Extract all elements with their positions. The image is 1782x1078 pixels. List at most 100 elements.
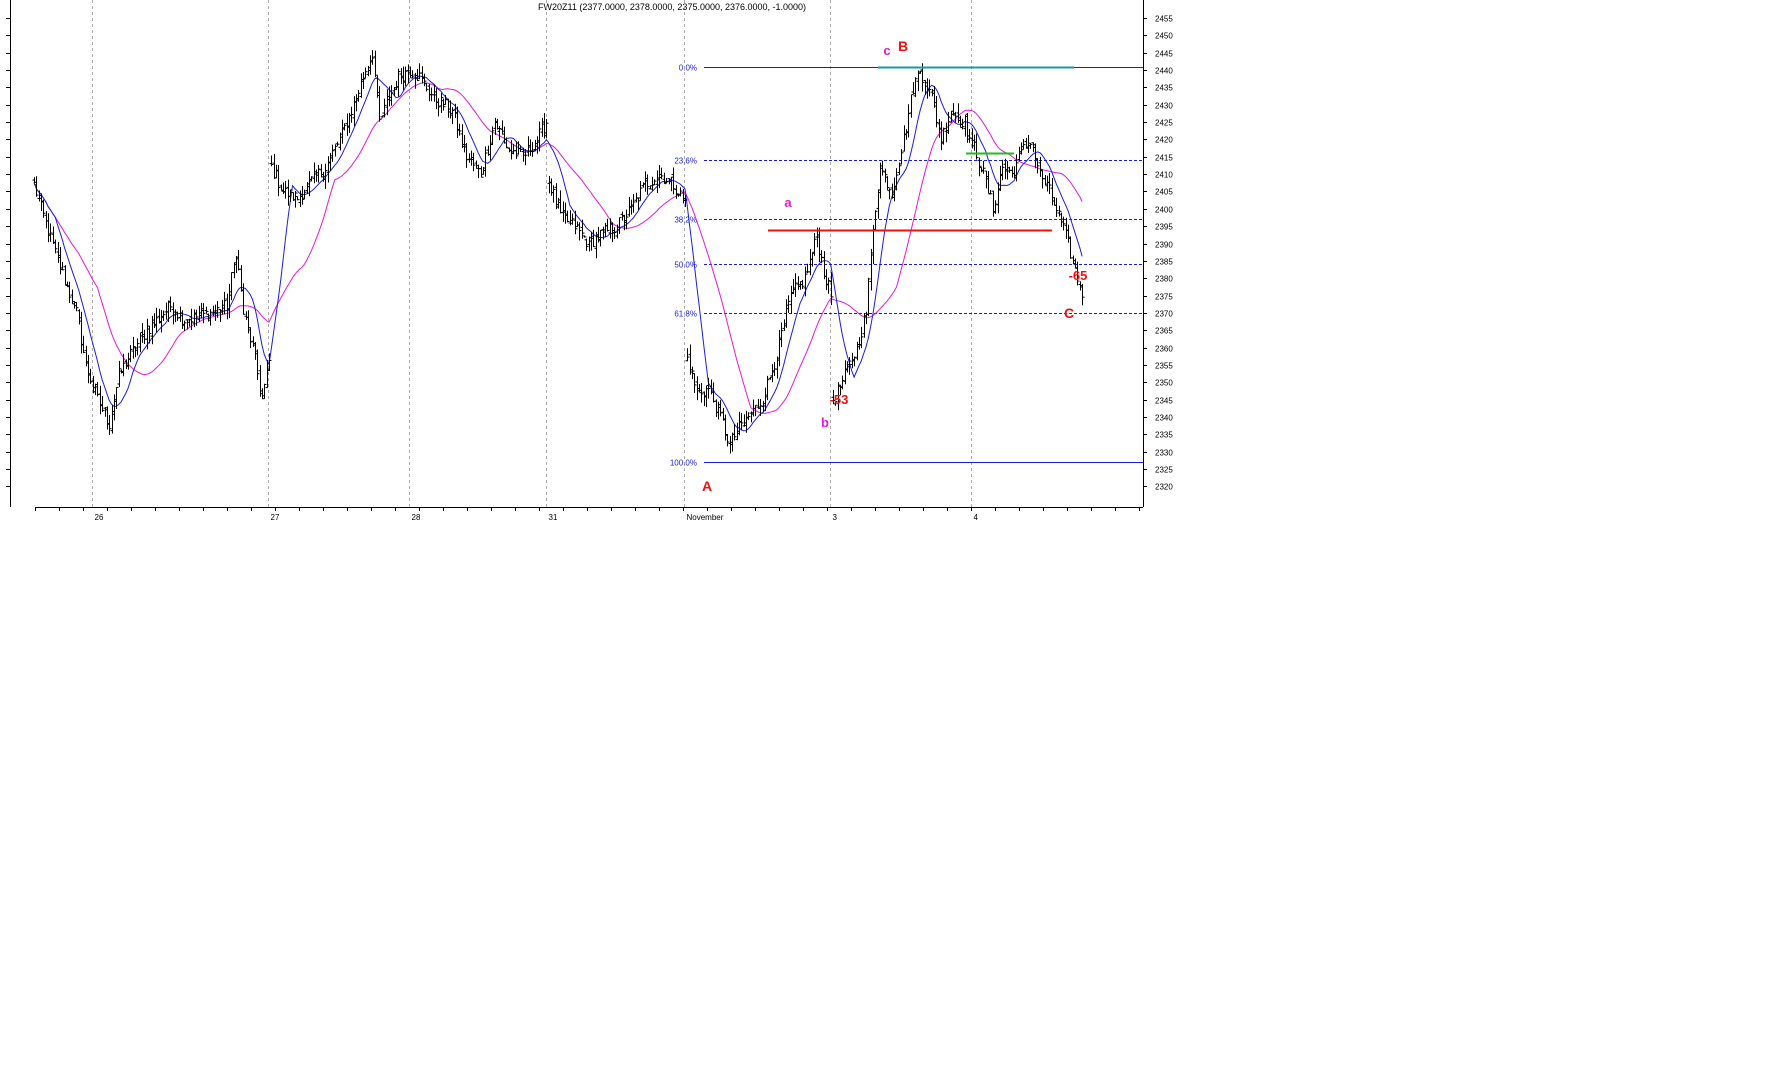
ohlc-bar <box>502 126 507 144</box>
ohlc-bar <box>138 332 143 353</box>
ohlc-bar <box>368 55 373 75</box>
ohlc-bar <box>1071 255 1076 265</box>
ohlc-bar <box>608 218 613 239</box>
ohlc-bar <box>474 160 479 169</box>
fib-label: 0.0% <box>679 64 697 73</box>
ohlc-bar <box>500 120 505 135</box>
ohlc-bar <box>777 330 782 367</box>
ohlc-bar <box>225 293 230 320</box>
wave-label-A: A <box>702 478 712 494</box>
ohlc-bar <box>74 301 79 312</box>
ohlc-bar <box>782 319 787 331</box>
ohlc-bar <box>140 323 145 343</box>
ohlc-bar <box>514 141 519 159</box>
ohlc-bar <box>229 272 234 301</box>
ohlc-bar <box>855 341 860 361</box>
ohlc-bar <box>396 68 401 97</box>
y-tick-label: 2325 <box>1155 466 1173 475</box>
x-tick-label: 31 <box>549 513 558 522</box>
ohlc-bar <box>930 89 935 97</box>
ohlc-bar <box>941 127 946 145</box>
wave-label-a: a <box>784 195 792 210</box>
moving-averages <box>33 75 1083 432</box>
ohlc-bar <box>974 133 979 160</box>
ohlc-bar <box>434 88 439 110</box>
ohlc-bar <box>996 182 1001 214</box>
ohlc-bar <box>857 337 862 350</box>
ohlc-bar <box>467 153 472 163</box>
ohlc-bar <box>443 94 448 105</box>
ohlc-bar <box>1047 172 1052 194</box>
ohlc-bar <box>803 266 808 297</box>
y-tick-label: 2435 <box>1155 84 1173 93</box>
ohlc-bar <box>199 302 204 319</box>
ohlc-bar <box>725 434 730 447</box>
ohlc-bar <box>117 360 122 388</box>
y-tick-label: 2360 <box>1155 345 1173 354</box>
ohlc-bar <box>1054 197 1059 218</box>
ohlc-bar <box>330 144 335 162</box>
ohlc-bar <box>46 213 51 243</box>
y-tick-label: 2335 <box>1155 431 1173 440</box>
ohlc-bar <box>145 318 150 350</box>
ohlc-bar <box>283 180 288 199</box>
y-tick-label: 2365 <box>1155 327 1173 336</box>
ohlc-bar <box>645 174 650 195</box>
fib-label: 23.6% <box>674 157 697 166</box>
ohlc-bar <box>427 84 432 102</box>
price-bars <box>32 50 1085 454</box>
ohlc-bar <box>793 273 798 298</box>
ohlc-bar <box>352 96 357 127</box>
ohlc-bar <box>965 113 970 143</box>
ohlc-bar <box>32 177 37 184</box>
ohlc-bar <box>577 222 582 241</box>
ohlc-bar <box>262 383 267 399</box>
ohlc-bar <box>798 281 803 290</box>
y-tick-label: 2415 <box>1155 154 1173 163</box>
ohlc-bar <box>678 187 683 197</box>
ohlc-bar <box>913 77 918 98</box>
ohlc-bar <box>103 407 108 417</box>
ohlc-bar <box>775 356 780 379</box>
ohlc-bar <box>1068 236 1073 259</box>
ohlc-bar <box>471 152 476 172</box>
ohlc-bar <box>876 189 881 219</box>
ohlc-bar <box>981 160 986 174</box>
ohlc-bar <box>808 248 813 276</box>
ohlc-bar <box>1007 166 1012 173</box>
ohlc-bar <box>991 190 996 217</box>
ohlc-bar <box>415 69 420 82</box>
ohlc-bar <box>58 246 63 275</box>
ohlc-bar <box>544 118 549 138</box>
ohlc-bar <box>629 199 634 215</box>
ohlc-bar <box>479 166 484 178</box>
ohlc-bar <box>121 353 126 377</box>
ohlc-bar <box>589 231 594 251</box>
y-tick-label: 2410 <box>1155 171 1173 180</box>
ohlc-bar <box>319 164 324 178</box>
ohlc-bar <box>272 153 277 179</box>
y-tick-label: 2330 <box>1155 449 1173 458</box>
ohlc-bar <box>655 170 660 193</box>
ohlc-bar <box>1080 283 1085 306</box>
ohlc-bar <box>575 221 580 228</box>
wave-label-B: B <box>898 38 908 54</box>
ohlc-bar <box>345 113 350 136</box>
ohlc-bar <box>906 104 911 138</box>
x-tick-label: 4 <box>974 513 979 522</box>
ohlc-bar <box>1026 134 1031 153</box>
ohlc-bar <box>173 309 178 323</box>
ohlc-bar <box>742 414 747 427</box>
ohlc-bar <box>902 125 907 152</box>
ohlc-bar <box>565 210 570 223</box>
y-tick-label: 2420 <box>1155 136 1173 145</box>
fast-ma-line <box>33 75 1083 432</box>
y-tick-label: 2370 <box>1155 310 1173 319</box>
ohlc-bar <box>164 302 169 320</box>
ohlc-bar <box>462 134 467 153</box>
ohlc-bar <box>643 171 648 192</box>
ohlc-bar <box>582 235 587 238</box>
ohlc-bar <box>946 111 951 135</box>
ohlc-bar <box>1021 139 1026 150</box>
wave-label-b: b <box>821 415 829 430</box>
